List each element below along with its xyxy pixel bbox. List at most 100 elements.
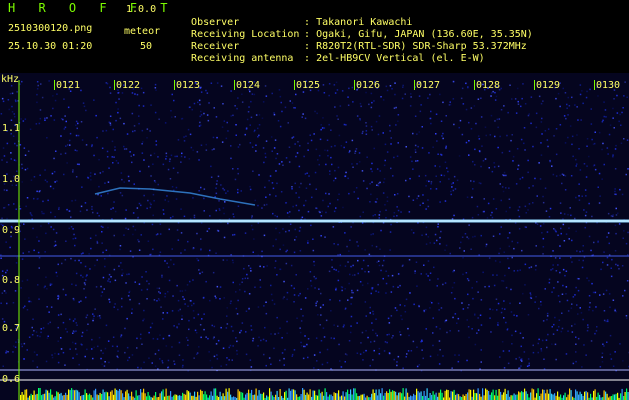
noise-pixel <box>205 280 207 283</box>
level-bar <box>551 393 553 400</box>
noise-pixel <box>340 145 343 147</box>
noise-pixel <box>438 309 440 311</box>
noise-pixel <box>15 341 17 343</box>
noise-pixel <box>490 331 492 333</box>
level-bar <box>89 393 91 400</box>
noise-pixel <box>577 337 580 340</box>
noise-pixel <box>37 284 39 286</box>
noise-pixel <box>167 200 170 203</box>
noise-pixel <box>439 201 441 203</box>
noise-pixel <box>563 213 566 215</box>
noise-pixel <box>352 101 354 103</box>
level-bar <box>563 395 565 400</box>
level-bar <box>438 392 440 400</box>
noise-pixel <box>56 275 58 277</box>
level-bar <box>407 392 409 400</box>
noise-pixel <box>371 181 373 183</box>
level-bar <box>377 395 379 400</box>
level-bar <box>530 392 532 400</box>
noise-pixel <box>64 126 67 129</box>
noise-pixel <box>344 265 347 267</box>
noise-pixel <box>557 264 559 266</box>
noise-pixel <box>572 362 575 365</box>
noise-pixel <box>312 238 314 240</box>
noise-pixel <box>478 182 481 184</box>
noise-pixel <box>280 191 283 193</box>
noise-pixel <box>477 98 480 100</box>
noise-pixel <box>471 196 473 199</box>
noise-pixel <box>375 120 378 123</box>
noise-pixel <box>299 331 302 334</box>
noise-pixel <box>568 238 570 240</box>
level-bar <box>255 388 257 400</box>
noise-pixel <box>597 241 599 243</box>
level-bar <box>522 392 524 400</box>
noise-pixel <box>427 199 429 201</box>
noise-pixel <box>466 319 468 321</box>
noise-pixel <box>19 83 21 85</box>
noise-pixel <box>170 110 172 112</box>
noise-pixel <box>192 248 194 250</box>
noise-pixel <box>23 358 25 360</box>
level-bar <box>90 395 92 400</box>
noise-pixel <box>274 214 276 217</box>
noise-pixel <box>314 287 316 289</box>
noise-pixel <box>476 281 478 283</box>
noise-pixel <box>501 186 504 188</box>
noise-pixel <box>153 200 155 202</box>
noise-pixel <box>333 84 336 86</box>
noise-pixel <box>541 339 544 342</box>
noise-pixel <box>402 367 404 369</box>
noise-pixel <box>537 351 539 354</box>
noise-pixel <box>211 366 213 369</box>
noise-pixel <box>171 346 173 348</box>
noise-pixel <box>343 146 345 149</box>
noise-pixel <box>1 159 3 161</box>
level-bar <box>393 391 395 400</box>
noise-pixel <box>95 286 98 288</box>
noise-pixel <box>609 334 612 337</box>
level-bar <box>603 390 605 400</box>
noise-pixel <box>468 304 470 306</box>
noise-pixel <box>503 367 506 369</box>
noise-pixel <box>414 272 416 274</box>
noise-pixel <box>535 296 537 298</box>
noise-pixel <box>38 267 40 269</box>
noise-pixel <box>300 308 302 310</box>
noise-pixel <box>385 292 387 294</box>
noise-pixel <box>155 234 158 236</box>
noise-pixel <box>425 233 427 236</box>
noise-pixel <box>565 233 568 235</box>
noise-pixel <box>39 174 41 176</box>
noise-pixel <box>161 360 163 362</box>
noise-pixel <box>7 351 9 353</box>
noise-pixel <box>36 366 39 368</box>
noise-pixel <box>611 258 613 261</box>
noise-pixel <box>302 357 305 360</box>
x-tick-label: 0123 <box>176 80 201 91</box>
noise-pixel <box>507 362 510 365</box>
noise-pixel <box>477 329 480 331</box>
noise-pixel <box>569 125 572 127</box>
noise-pixel <box>511 343 513 345</box>
noise-pixel <box>488 285 490 288</box>
noise-pixel <box>546 139 549 141</box>
noise-pixel <box>102 226 104 228</box>
noise-pixel <box>279 268 282 271</box>
noise-pixel <box>372 313 375 315</box>
level-bar <box>281 395 283 400</box>
level-bar <box>95 388 97 400</box>
noise-pixel <box>567 114 569 116</box>
noise-pixel <box>148 283 150 285</box>
noise-pixel <box>44 169 46 171</box>
noise-pixel <box>171 93 173 96</box>
noise-pixel <box>200 144 203 146</box>
noise-pixel <box>520 358 522 361</box>
noise-pixel <box>605 320 608 323</box>
noise-pixel <box>80 89 82 92</box>
noise-pixel <box>333 210 336 213</box>
noise-pixel <box>71 200 73 202</box>
noise-pixel <box>354 274 356 276</box>
noise-pixel <box>258 134 260 137</box>
noise-pixel <box>561 293 564 295</box>
